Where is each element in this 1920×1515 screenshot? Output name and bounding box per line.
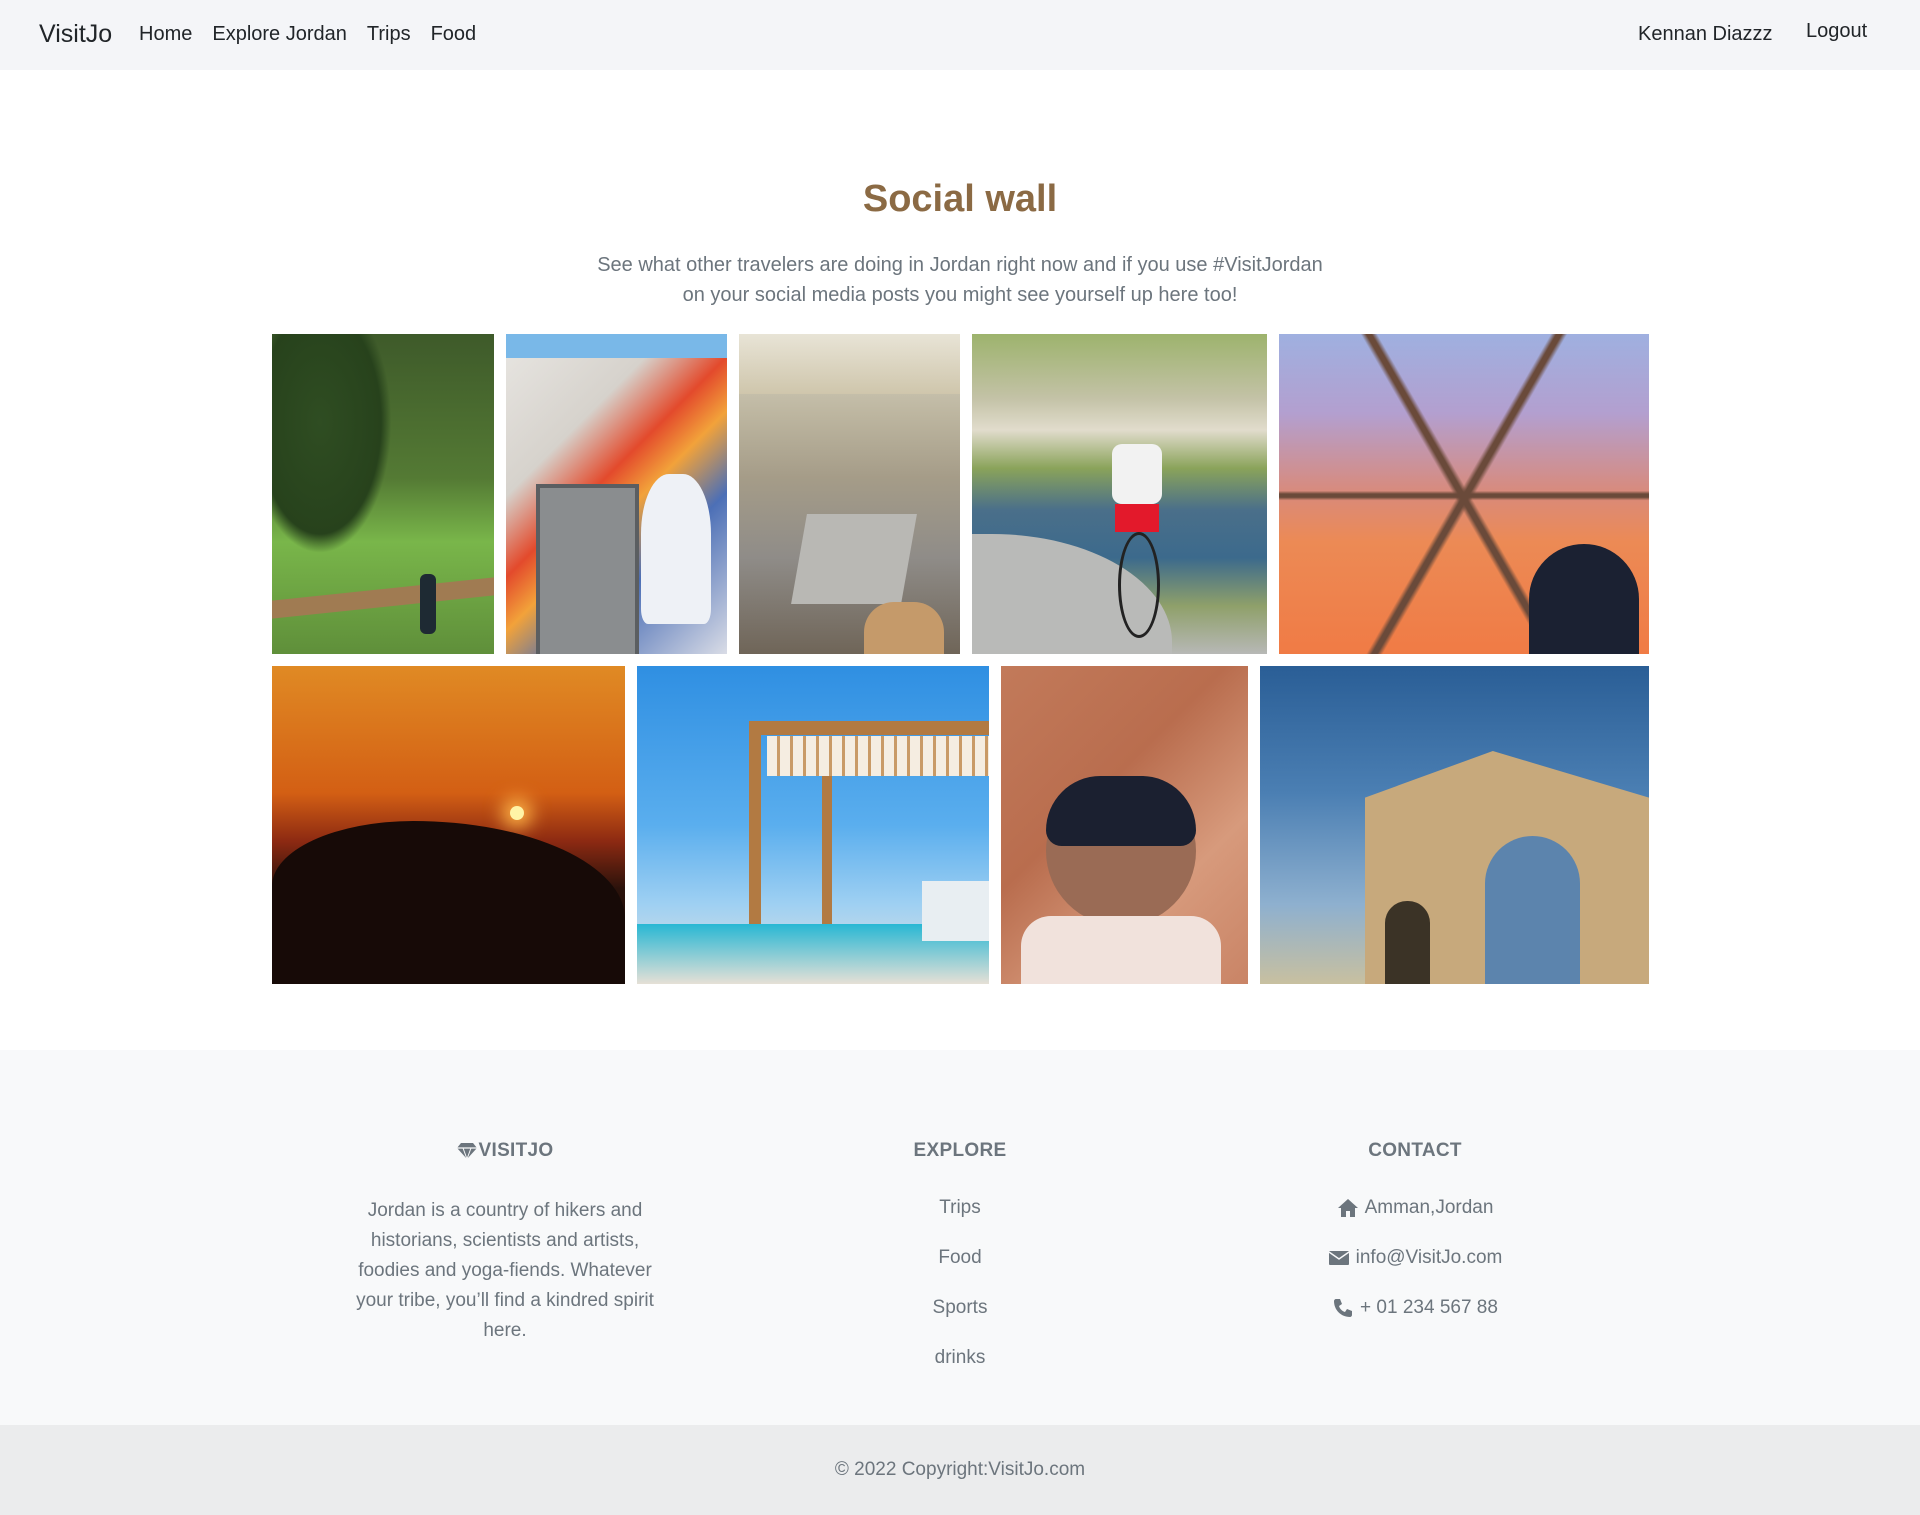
contact-address: Amman,Jordan <box>1255 1196 1575 1220</box>
gem-icon <box>456 1143 477 1160</box>
top-navbar: VisitJo Home Explore Jordan Trips Food K… <box>0 0 1920 70</box>
photo-jerash-arch[interactable] <box>1260 666 1649 984</box>
copyright-text: © 2022 Copyright:VisitJo.com <box>834 1459 1086 1480</box>
contact-phone: + 01 234 567 88 <box>1255 1296 1575 1320</box>
logout-button[interactable]: Logout <box>1806 20 1867 43</box>
photo-petra-visitor[interactable] <box>1001 666 1248 984</box>
nav-link-explore-jordan[interactable]: Explore Jordan <box>212 23 347 46</box>
footer-contact-column: CONTACT Amman,Jordan info@VisitJo.com + … <box>1255 1140 1575 1346</box>
footer-link-sports[interactable]: Sports <box>860 1296 1060 1320</box>
page-title: Social wall <box>862 178 1058 220</box>
nav-links: Home Explore Jordan Trips Food <box>139 23 476 46</box>
footer-explore-links: Trips Food Sports drinks <box>860 1196 1060 1370</box>
footer-explore-column: EXPLORE Trips Food Sports drinks <box>860 1140 1060 1396</box>
footer-link-food[interactable]: Food <box>860 1246 1060 1270</box>
brand-logo[interactable]: VisitJo <box>39 20 112 49</box>
footer-contact-heading: CONTACT <box>1368 1140 1462 1161</box>
subtitle-line-1: See what other travelers are doing in Jo… <box>597 254 1323 276</box>
envelope-icon <box>1328 1251 1350 1265</box>
footer-about-heading: VISITJO <box>345 1140 665 1162</box>
photo-beach-cabana[interactable] <box>637 666 989 984</box>
footer-about-text: Jordan is a country of hikers and histor… <box>356 1200 654 1341</box>
subtitle-line-2: on your social media posts you might see… <box>682 284 1238 306</box>
user-profile-link[interactable]: Kennan Diazzz <box>1638 23 1773 46</box>
photo-hiker-forest[interactable] <box>272 334 494 654</box>
home-icon <box>1337 1199 1358 1217</box>
footer-about-column: VISITJO Jordan is a country of hikers an… <box>345 1140 665 1346</box>
photo-cyclist-lake[interactable] <box>972 334 1267 654</box>
nav-link-food[interactable]: Food <box>431 23 477 46</box>
footer-brand-title: VISITJO <box>478 1140 554 1161</box>
photo-amman-amphitheater[interactable] <box>739 334 960 654</box>
phone-icon <box>1334 1299 1353 1317</box>
nav-link-home[interactable]: Home <box>139 23 192 46</box>
copyright-bar: © 2022 Copyright:VisitJo.com <box>0 1425 1920 1515</box>
page-subtitle: See what other travelers are doing in Jo… <box>560 250 1360 310</box>
footer-explore-heading: EXPLORE <box>913 1140 1007 1161</box>
footer-contact-list: Amman,Jordan info@VisitJo.com + 01 234 5… <box>1255 1196 1575 1320</box>
contact-email: info@VisitJo.com <box>1255 1246 1575 1270</box>
photo-sunset-mountains[interactable] <box>272 666 625 984</box>
contact-address-text: Amman,Jordan <box>1364 1197 1494 1218</box>
footer-link-trips[interactable]: Trips <box>860 1196 1060 1220</box>
footer-link-drinks[interactable]: drinks <box>860 1346 1060 1370</box>
nav-link-trips[interactable]: Trips <box>367 23 411 46</box>
photo-desert-dome[interactable] <box>1279 334 1649 654</box>
contact-phone-text: + 01 234 567 88 <box>1360 1297 1498 1318</box>
photo-street-mural[interactable] <box>506 334 727 654</box>
contact-email-text[interactable]: info@VisitJo.com <box>1356 1246 1503 1270</box>
